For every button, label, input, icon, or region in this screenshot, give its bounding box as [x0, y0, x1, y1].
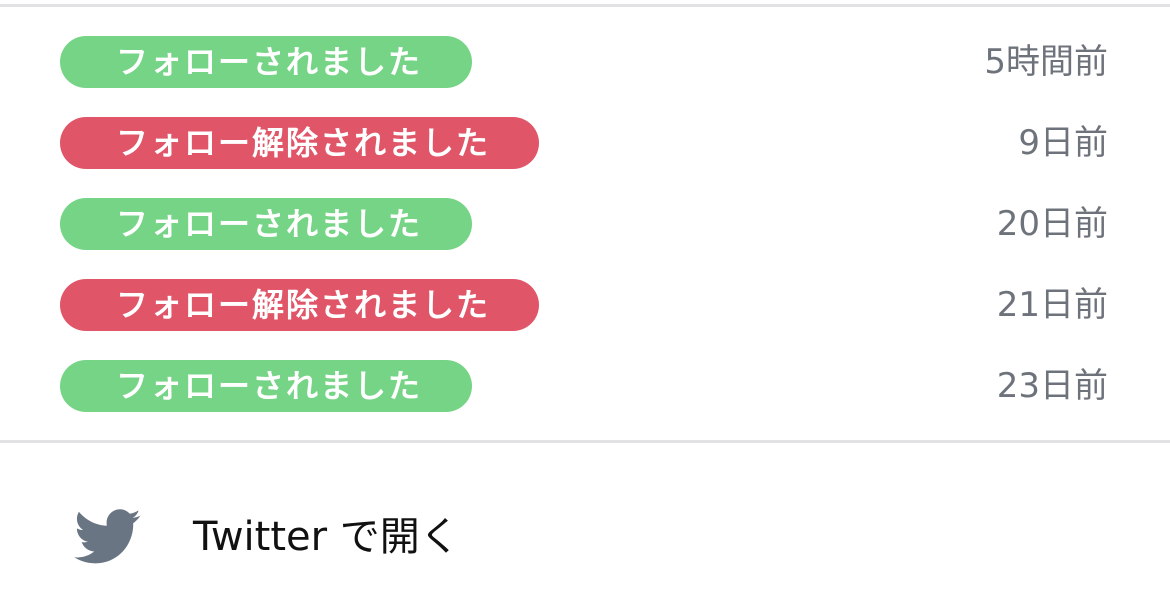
history-row: フォロー解除されました 21日前 [0, 279, 1170, 360]
history-row: フォロー解除されました 9日前 [0, 117, 1170, 198]
unfollowed-badge: フォロー解除されました [60, 117, 539, 169]
open-in-twitter-label: Twitter で開く [193, 514, 460, 560]
followed-badge: フォローされました [60, 198, 472, 250]
follow-history-list: フォローされました 5時間前 フォロー解除されました 9日前 フォローされました… [0, 36, 1170, 441]
unfollowed-badge: フォロー解除されました [60, 279, 539, 331]
timestamp: 21日前 [996, 285, 1108, 325]
open-in-twitter-button[interactable]: Twitter で開く [0, 443, 1170, 601]
history-row: フォローされました 23日前 [0, 360, 1170, 441]
timestamp: 20日前 [996, 204, 1108, 244]
history-row: フォローされました 5時間前 [0, 36, 1170, 117]
timestamp: 5時間前 [984, 42, 1108, 82]
timestamp: 23日前 [996, 366, 1108, 406]
followed-badge: フォローされました [60, 36, 472, 88]
history-row: フォローされました 20日前 [0, 198, 1170, 279]
followed-badge: フォローされました [60, 360, 472, 412]
top-divider [0, 4, 1170, 7]
timestamp: 9日前 [1018, 123, 1108, 163]
twitter-bird-icon [74, 509, 141, 564]
